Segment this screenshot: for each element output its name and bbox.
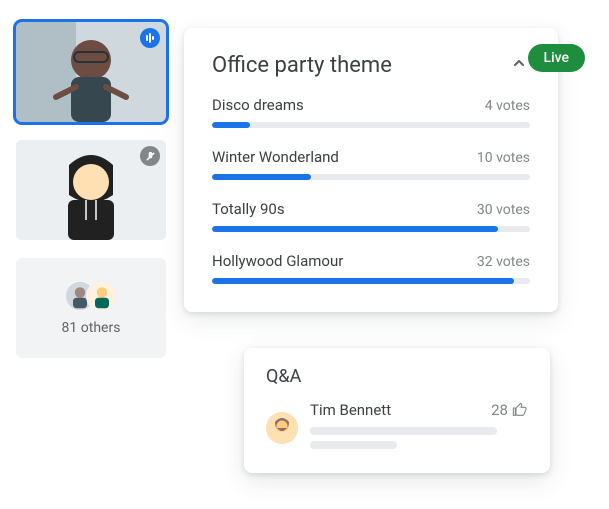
- avatar: [266, 412, 298, 444]
- speaking-indicator-icon: [140, 28, 160, 48]
- poll-bar-track: [212, 122, 530, 128]
- poll-option-votes: 10 votes: [477, 150, 530, 166]
- poll-option-name: Totally 90s: [212, 200, 285, 218]
- poll-option[interactable]: Hollywood Glamour 32 votes: [212, 252, 530, 284]
- live-badge: Live: [528, 44, 585, 72]
- poll-bar-fill: [212, 122, 250, 128]
- poll-bar-fill: [212, 226, 498, 232]
- poll-bar-track: [212, 278, 530, 284]
- poll-option-name: Hollywood Glamour: [212, 252, 343, 270]
- qa-card: Q&A Tim Bennett 28: [244, 348, 550, 473]
- qa-text-placeholder: [310, 427, 497, 435]
- qa-upvote-count: 28: [491, 401, 508, 419]
- poll-card: Office party theme Disco dreams 4 votes …: [184, 28, 558, 312]
- qa-text-placeholder: [310, 441, 397, 449]
- poll-option-votes: 4 votes: [485, 98, 530, 114]
- poll-bar-track: [212, 226, 530, 232]
- poll-option[interactable]: Disco dreams 4 votes: [212, 96, 530, 128]
- participant-tile-2[interactable]: [16, 140, 166, 240]
- qa-item[interactable]: Tim Bennett 28: [266, 401, 528, 455]
- chevron-up-icon: [512, 56, 526, 70]
- qa-author-name: Tim Bennett: [310, 401, 391, 419]
- qa-upvote-button[interactable]: 28: [491, 401, 528, 419]
- others-avatars: [64, 280, 118, 312]
- collapse-poll-button[interactable]: [508, 52, 530, 78]
- qa-title: Q&A: [266, 366, 528, 387]
- others-tile[interactable]: 81 others: [16, 258, 166, 358]
- avatar: [86, 280, 118, 312]
- thumbs-up-icon: [512, 402, 528, 418]
- poll-bar-fill: [212, 278, 514, 284]
- poll-option-name: Disco dreams: [212, 96, 304, 114]
- participant-tile-1[interactable]: [16, 22, 166, 122]
- poll-option[interactable]: Totally 90s 30 votes: [212, 200, 530, 232]
- poll-option-name: Winter Wonderland: [212, 148, 339, 166]
- muted-icon: [140, 146, 160, 166]
- poll-bar-fill: [212, 174, 311, 180]
- poll-option-votes: 30 votes: [477, 202, 530, 218]
- poll-option[interactable]: Winter Wonderland 10 votes: [212, 148, 530, 180]
- others-count-label: 81 others: [62, 320, 121, 336]
- poll-option-votes: 32 votes: [477, 254, 530, 270]
- poll-title: Office party theme: [212, 53, 392, 78]
- poll-bar-track: [212, 174, 530, 180]
